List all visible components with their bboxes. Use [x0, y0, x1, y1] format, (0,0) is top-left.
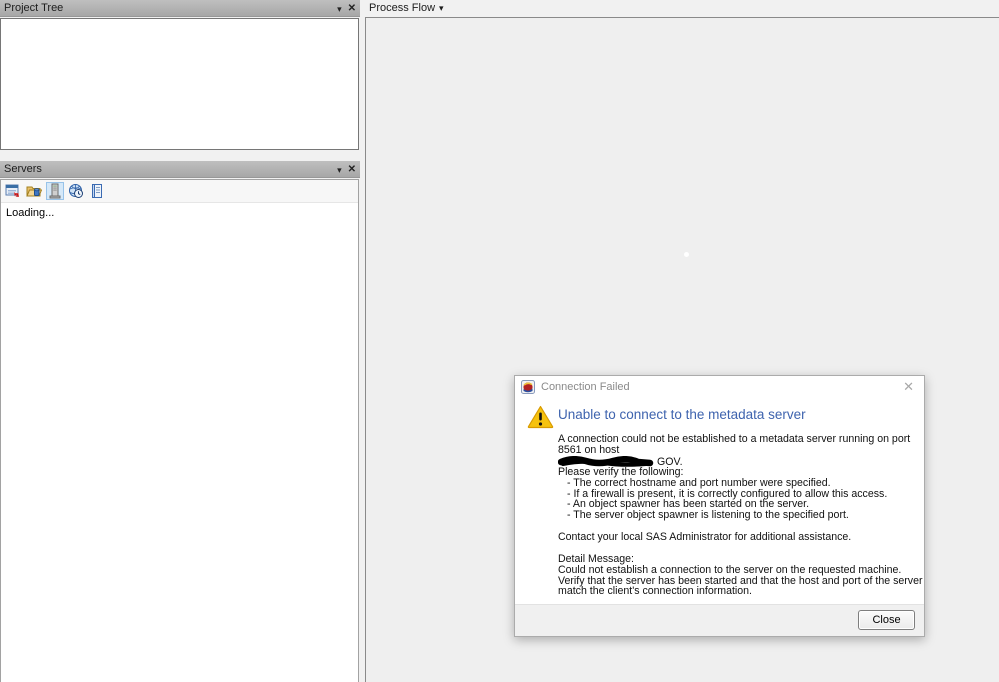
detail-message: Detail Message: Could not establish a co…	[558, 554, 930, 597]
project-tree-title: Project Tree	[4, 2, 64, 14]
connect-window-icon[interactable]	[4, 182, 22, 200]
server-icon[interactable]	[46, 182, 64, 200]
dialog-heading: Unable to connect to the metadata server	[558, 407, 806, 422]
globe-clock-icon[interactable]	[67, 182, 85, 200]
sas-enterprise-guide-icon	[521, 380, 535, 399]
panel-menu-chevron-icon[interactable]: ▾	[337, 162, 342, 178]
panel-menu-chevron-icon[interactable]: ▾	[337, 1, 342, 17]
close-button[interactable]: Close	[858, 610, 915, 630]
dialog-title: Connection Failed	[541, 381, 630, 393]
verify-list: Please verify the following: - The corre…	[558, 467, 924, 521]
connection-failed-dialog: Connection Failed ✕ Unable to connect to…	[514, 375, 925, 637]
dialog-close-icon[interactable]: ✕	[903, 379, 914, 395]
panel-close-icon[interactable]: ✕	[348, 1, 356, 17]
warning-triangle-icon	[527, 405, 554, 434]
library-folder-icon[interactable]	[25, 182, 43, 200]
process-flow-tab[interactable]: Process Flow ▾	[369, 2, 444, 14]
servers-title: Servers	[4, 163, 42, 175]
project-tree-content[interactable]	[0, 18, 359, 150]
dialog-footer: Close	[515, 604, 924, 636]
process-flow-title: Process Flow	[369, 2, 436, 14]
servers-panel-header: Servers ▾ ✕	[0, 161, 360, 178]
servers-content: Loading...	[0, 179, 359, 682]
servers-loading-text: Loading...	[6, 207, 55, 219]
servers-toolbar	[1, 180, 358, 203]
project-tree-panel-header: Project Tree ▾ ✕	[0, 0, 360, 17]
dialog-titlebar[interactable]: Connection Failed ✕	[515, 376, 924, 398]
chevron-down-icon: ▾	[439, 3, 444, 13]
canvas-dot	[684, 252, 689, 257]
detail-text: Could not establish a connection to the …	[558, 563, 923, 598]
dialog-message: A connection could not be established to…	[557, 433, 911, 468]
verify-item: - The correct hostname and port number w…	[567, 476, 831, 489]
panel-close-icon[interactable]: ✕	[348, 162, 356, 178]
contact-text: Contact your local SAS Administrator for…	[558, 531, 852, 543]
notes-icon[interactable]	[88, 182, 106, 200]
verify-item: - The server object spawner is listening…	[567, 509, 849, 522]
